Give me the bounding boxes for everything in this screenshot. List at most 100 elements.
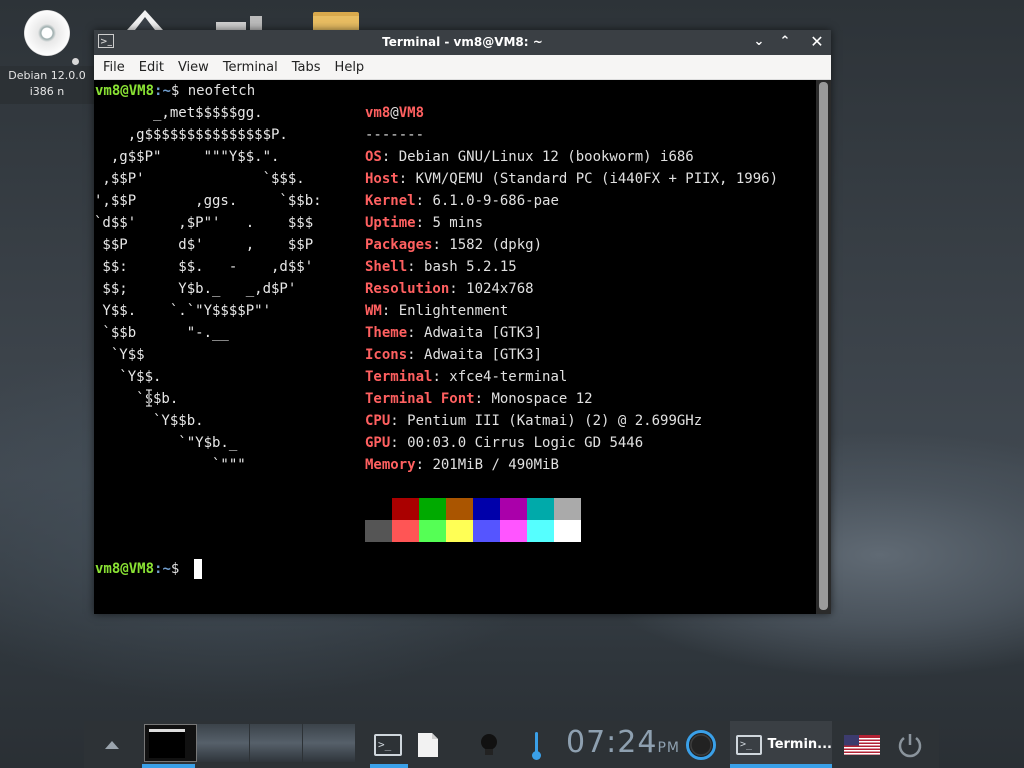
prompt-user: vm8@VM8 xyxy=(95,561,155,577)
launcher-terminal[interactable]: >_ xyxy=(368,721,408,768)
logo-line: $$; Y$b._ _,d$P' xyxy=(94,281,297,297)
folder-icon[interactable] xyxy=(312,0,360,30)
color-swatch xyxy=(365,520,392,542)
workspace-4-thumbnail[interactable] xyxy=(303,724,355,762)
workspace-3-thumbnail[interactable] xyxy=(250,724,302,762)
lightbulb-gadget[interactable] xyxy=(474,721,504,768)
terminal-output[interactable]: vm8@VM8:~$ neofetch _,met$$$$$gg. ,g$$$$… xyxy=(94,80,816,614)
color-swatch xyxy=(527,520,554,542)
info-header: vm8@VM8 xyxy=(365,102,424,124)
disc-label[interactable]: Debian 12.0.0 i386 n xyxy=(0,66,94,104)
workspace-2-thumbnail[interactable] xyxy=(197,724,249,762)
clock-ampm: PM xyxy=(657,740,680,756)
menu-view[interactable]: View xyxy=(171,60,216,75)
logo-line: `""" xyxy=(94,457,246,473)
info-row: Icons: Adwaita [GTK3] xyxy=(365,347,543,363)
clock-time: 07:24 xyxy=(566,725,658,760)
logo-line: `$$b. xyxy=(94,391,179,407)
title-bar[interactable]: >_ Terminal - vm8@VM8: ~ ⌄ ⌃ ✕ xyxy=(94,30,831,55)
info-row: OS: Debian GNU/Linux 12 (bookworm) i686 xyxy=(365,149,694,165)
color-swatch xyxy=(554,520,581,542)
info-separator: ------- xyxy=(365,127,425,143)
logo-line: `"Y$b._ xyxy=(94,435,238,451)
window-title: Terminal - vm8@VM8: ~ xyxy=(382,35,543,49)
task-terminal[interactable]: >_ Termin... xyxy=(730,721,832,768)
logo-line: Y$$. `.`"Y$$$$P"' xyxy=(94,303,272,319)
prompt-symbol: $ xyxy=(170,83,188,99)
logo-line: ,$$P' `$$$. xyxy=(94,171,305,187)
chevron-up-icon xyxy=(104,740,119,749)
logo-line: $$P d$' , $$P xyxy=(94,237,314,253)
menu-tabs[interactable]: Tabs xyxy=(285,60,328,75)
info-row: Shell: bash 5.2.15 xyxy=(365,259,517,275)
info-row: GPU: 00:03.0 Cirrus Logic GD 5446 xyxy=(365,435,644,451)
command-line: vm8@VM8:~$ neofetch xyxy=(95,80,255,102)
prompt-path: :~ xyxy=(154,83,171,99)
color-swatch xyxy=(365,498,392,520)
mount-indicator-dot xyxy=(72,58,79,65)
disc-icon[interactable] xyxy=(24,10,70,56)
prompt-user: vm8@VM8 xyxy=(95,83,155,99)
disc-label-line2: i386 n xyxy=(29,85,65,98)
workspace-pager[interactable] xyxy=(142,721,356,768)
menu-terminal[interactable]: Terminal xyxy=(216,60,285,75)
power-button[interactable] xyxy=(890,721,930,768)
info-row: Memory: 201MiB / 490MiB xyxy=(365,457,559,473)
scrollbar[interactable] xyxy=(816,80,831,614)
terminal-icon: >_ xyxy=(736,734,762,755)
logo-line: ',$$P ,ggs. `$$b: xyxy=(94,193,322,209)
volume-slider-icon xyxy=(531,731,541,760)
text-cursor xyxy=(194,559,202,579)
clock[interactable]: 07:24PM xyxy=(566,725,680,760)
active-task-indicator xyxy=(730,764,832,768)
color-swatch xyxy=(500,520,527,542)
taskbar: >_ 07:24PM >_ Termin... xyxy=(84,721,939,768)
menu-bar: File Edit View Terminal Tabs Help xyxy=(94,55,831,80)
scrollbar-thumb[interactable] xyxy=(819,82,828,610)
info-row: CPU: Pentium III (Katmai) (2) @ 2.699GHz xyxy=(365,413,703,429)
lightbulb-icon xyxy=(481,733,497,755)
info-row: Host: KVM/QEMU (Standard PC (i440FX + PI… xyxy=(365,171,779,187)
menu-edit[interactable]: Edit xyxy=(132,60,171,75)
running-indicator xyxy=(370,764,408,768)
header-user: vm8 xyxy=(365,105,391,121)
logo-line: `Y$$ xyxy=(94,347,145,363)
text-cursor-ibeam-icon xyxy=(146,389,152,407)
close-icon[interactable]: ✕ xyxy=(808,33,826,51)
logo-line: _,met$$$$$gg. xyxy=(94,105,263,121)
logo-line: `d$$' ,$P"' . $$$ xyxy=(94,215,314,231)
info-row: Kernel: 6.1.0-9-686-pae xyxy=(365,193,559,209)
document-icon xyxy=(418,732,438,757)
menu-file[interactable]: File xyxy=(96,60,132,75)
volume-gadget[interactable] xyxy=(524,721,548,768)
color-swatch xyxy=(446,520,473,542)
chevron-down-icon[interactable]: ⌄ xyxy=(750,33,768,51)
keyboard-layout[interactable] xyxy=(842,721,882,768)
home-folder-icon[interactable] xyxy=(124,0,166,30)
logo-line: $$: $$. - ,d$$' xyxy=(94,259,314,275)
color-swatch xyxy=(392,520,419,542)
task-label: Termin... xyxy=(767,737,832,752)
logo-line: `Y$$b. xyxy=(94,413,204,429)
info-row: Terminal: xfce4-terminal xyxy=(365,369,568,385)
prompt-line[interactable]: vm8@VM8:~$ xyxy=(95,558,188,580)
logo-line: ,g$$$$$$$$$$$$$$$P. xyxy=(94,127,288,143)
command-text: neofetch xyxy=(187,83,256,99)
terminal-window[interactable]: >_ Terminal - vm8@VM8: ~ ⌄ ⌃ ✕ File Edit… xyxy=(94,30,831,614)
menu-help[interactable]: Help xyxy=(328,60,372,75)
cpu-gadget[interactable] xyxy=(681,721,721,768)
logo-line: `Y$$. xyxy=(94,369,162,385)
color-swatch xyxy=(392,498,419,520)
maximize-icon[interactable]: ⌃ xyxy=(776,33,794,51)
color-swatch xyxy=(419,498,446,520)
color-swatch xyxy=(554,498,581,520)
computer-icon[interactable] xyxy=(214,0,264,30)
launcher-text-editor[interactable] xyxy=(410,721,446,768)
logo-line: ,g$$P" """Y$$.". xyxy=(94,149,280,165)
taskbar-menu-button[interactable] xyxy=(84,721,139,768)
header-at: @ xyxy=(390,105,399,121)
color-swatch xyxy=(446,498,473,520)
header-host: VM8 xyxy=(398,105,425,121)
prompt-symbol: $ xyxy=(170,561,188,577)
workspace-1-thumbnail[interactable] xyxy=(144,724,197,762)
